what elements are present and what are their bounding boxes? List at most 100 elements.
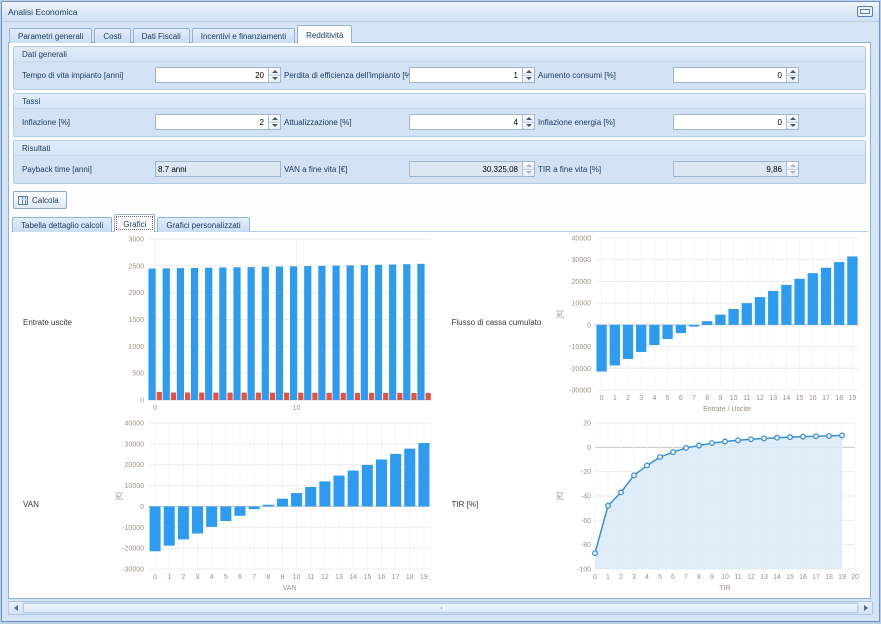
group-title: Risultati	[14, 141, 865, 156]
svg-text:-60: -60	[580, 518, 590, 525]
svg-text:12: 12	[756, 395, 764, 402]
chart-title: VAN	[11, 500, 112, 509]
van-chart: -30000-20000-100000100002000030000400000…	[112, 415, 439, 595]
svg-text:30000: 30000	[571, 257, 591, 264]
svg-text:14: 14	[782, 395, 790, 402]
svg-text:4: 4	[645, 574, 649, 581]
spinner[interactable]	[786, 68, 798, 82]
svg-text:2000: 2000	[128, 290, 144, 297]
svg-text:[€]: [€]	[116, 492, 123, 500]
tab-parametri-generali[interactable]: Parametri generali	[9, 28, 92, 43]
spinner-down-icon[interactable]	[523, 122, 534, 130]
svg-text:-20000: -20000	[569, 365, 591, 372]
scroll-left-icon[interactable]	[9, 602, 22, 614]
svg-text:6: 6	[678, 395, 682, 402]
scrollbar-thumb[interactable]	[23, 603, 858, 613]
svg-text:500: 500	[132, 370, 144, 377]
svg-text:11: 11	[734, 574, 741, 581]
tab-grafici-personalizzati[interactable]: Grafici personalizzati	[157, 217, 249, 232]
svg-text:1: 1	[167, 574, 171, 581]
svg-text:10: 10	[729, 395, 737, 402]
svg-text:20000: 20000	[571, 279, 591, 286]
scroll-right-icon[interactable]	[859, 602, 872, 614]
attualizzazione-input[interactable]: 4	[409, 114, 535, 130]
inflazione-energia-input[interactable]: 0	[673, 114, 799, 130]
flusso-cassa-cumulato-chart: -30000-20000-100000100002000030000400000…	[553, 232, 867, 414]
svg-text:0: 0	[587, 322, 591, 329]
spinner[interactable]	[522, 115, 534, 129]
tempo-vita-impianto-input[interactable]: 20	[155, 67, 281, 83]
svg-text:-40: -40	[580, 493, 590, 500]
tab-incentivi-finanziamenti[interactable]: Incentivi e finanziamenti	[192, 28, 295, 43]
calcola-button[interactable]: Calcola	[13, 191, 67, 209]
svg-text:30000: 30000	[125, 441, 145, 448]
field-label: Aumento consumi [%]	[538, 71, 673, 80]
svg-text:16: 16	[808, 395, 816, 402]
tab-costi[interactable]: Costi	[94, 28, 130, 43]
svg-text:[€]: [€]	[557, 310, 564, 318]
field-label: Inflazione [%]	[22, 118, 155, 127]
svg-text:5: 5	[658, 574, 662, 581]
sub-tab-strip: Tabella dettaglio calcoli Grafici Grafic…	[12, 215, 873, 232]
svg-text:13: 13	[760, 574, 768, 581]
svg-text:9: 9	[710, 574, 714, 581]
svg-text:14: 14	[349, 574, 357, 581]
field-label: Tempo di vita impianto [anni]	[22, 71, 155, 80]
redditivita-panel: Dati generali Tempo di vita impianto [an…	[8, 42, 871, 599]
svg-text:0: 0	[140, 504, 144, 511]
spinner-down-icon[interactable]	[787, 75, 798, 83]
spinner-down-icon[interactable]	[523, 75, 534, 83]
horizontal-scrollbar[interactable]	[8, 601, 873, 615]
svg-text:10000: 10000	[125, 483, 145, 490]
group-title: Tassi	[14, 94, 865, 109]
svg-text:13: 13	[769, 395, 777, 402]
group-title: Dati generali	[14, 47, 865, 62]
spinner[interactable]	[268, 115, 280, 129]
svg-text:1500: 1500	[128, 317, 144, 324]
svg-text:19: 19	[838, 574, 846, 581]
field-label: Attualizzazione [%]	[284, 118, 409, 127]
svg-text:4: 4	[652, 395, 656, 402]
payback-time-field[interactable]: 8.7 anni	[155, 161, 281, 177]
tab-tabella-dettaglio-calcoli[interactable]: Tabella dettaglio calcoli	[12, 217, 112, 232]
svg-text:17: 17	[822, 395, 830, 402]
spinner[interactable]	[522, 68, 534, 82]
spinner-down-icon[interactable]	[787, 122, 798, 130]
svg-text:3: 3	[632, 574, 636, 581]
svg-text:0: 0	[153, 405, 157, 412]
svg-text:14: 14	[773, 574, 781, 581]
svg-text:2500: 2500	[128, 263, 144, 270]
aumento-consumi-input[interactable]: 0	[673, 67, 799, 83]
dock-window-icon[interactable]	[857, 6, 873, 17]
svg-text:3: 3	[196, 574, 200, 581]
svg-text:0: 0	[593, 574, 597, 581]
svg-text:5: 5	[665, 395, 669, 402]
spinner-down-icon[interactable]	[269, 75, 280, 83]
tir-fine-vita-field[interactable]: 9,86	[673, 161, 799, 177]
svg-text:3000: 3000	[128, 236, 144, 243]
spinner-disabled	[522, 162, 534, 176]
svg-text:9: 9	[718, 395, 722, 402]
van-fine-vita-field[interactable]: 30.325,08	[409, 161, 535, 177]
entrate-uscite-chart-cell: Entrate uscite 0500100015002000250030000…	[11, 232, 440, 414]
tab-dati-fiscali[interactable]: Dati Fiscali	[133, 28, 190, 43]
svg-text:4: 4	[210, 574, 214, 581]
charts-grid: Entrate uscite 0500100015002000250030000…	[11, 231, 868, 597]
spinner-down-icon[interactable]	[269, 122, 280, 130]
perdita-efficienza-input[interactable]: 1	[409, 67, 535, 83]
scrollbar-track[interactable]	[22, 602, 859, 614]
spinner[interactable]	[786, 115, 798, 129]
svg-text:VAN: VAN	[283, 585, 297, 592]
svg-text:-10000: -10000	[122, 525, 144, 532]
svg-text:20: 20	[851, 574, 859, 581]
spinner-down-icon	[523, 169, 534, 177]
tab-redditivita[interactable]: Redditività	[297, 25, 352, 43]
svg-text:6: 6	[671, 574, 675, 581]
svg-text:16: 16	[378, 574, 386, 581]
tab-grafici[interactable]: Grafici	[114, 214, 155, 232]
svg-text:19: 19	[420, 574, 428, 581]
spinner[interactable]	[268, 68, 280, 82]
svg-text:40000: 40000	[571, 235, 591, 242]
inflazione-input[interactable]: 2	[155, 114, 281, 130]
svg-text:2: 2	[619, 574, 623, 581]
